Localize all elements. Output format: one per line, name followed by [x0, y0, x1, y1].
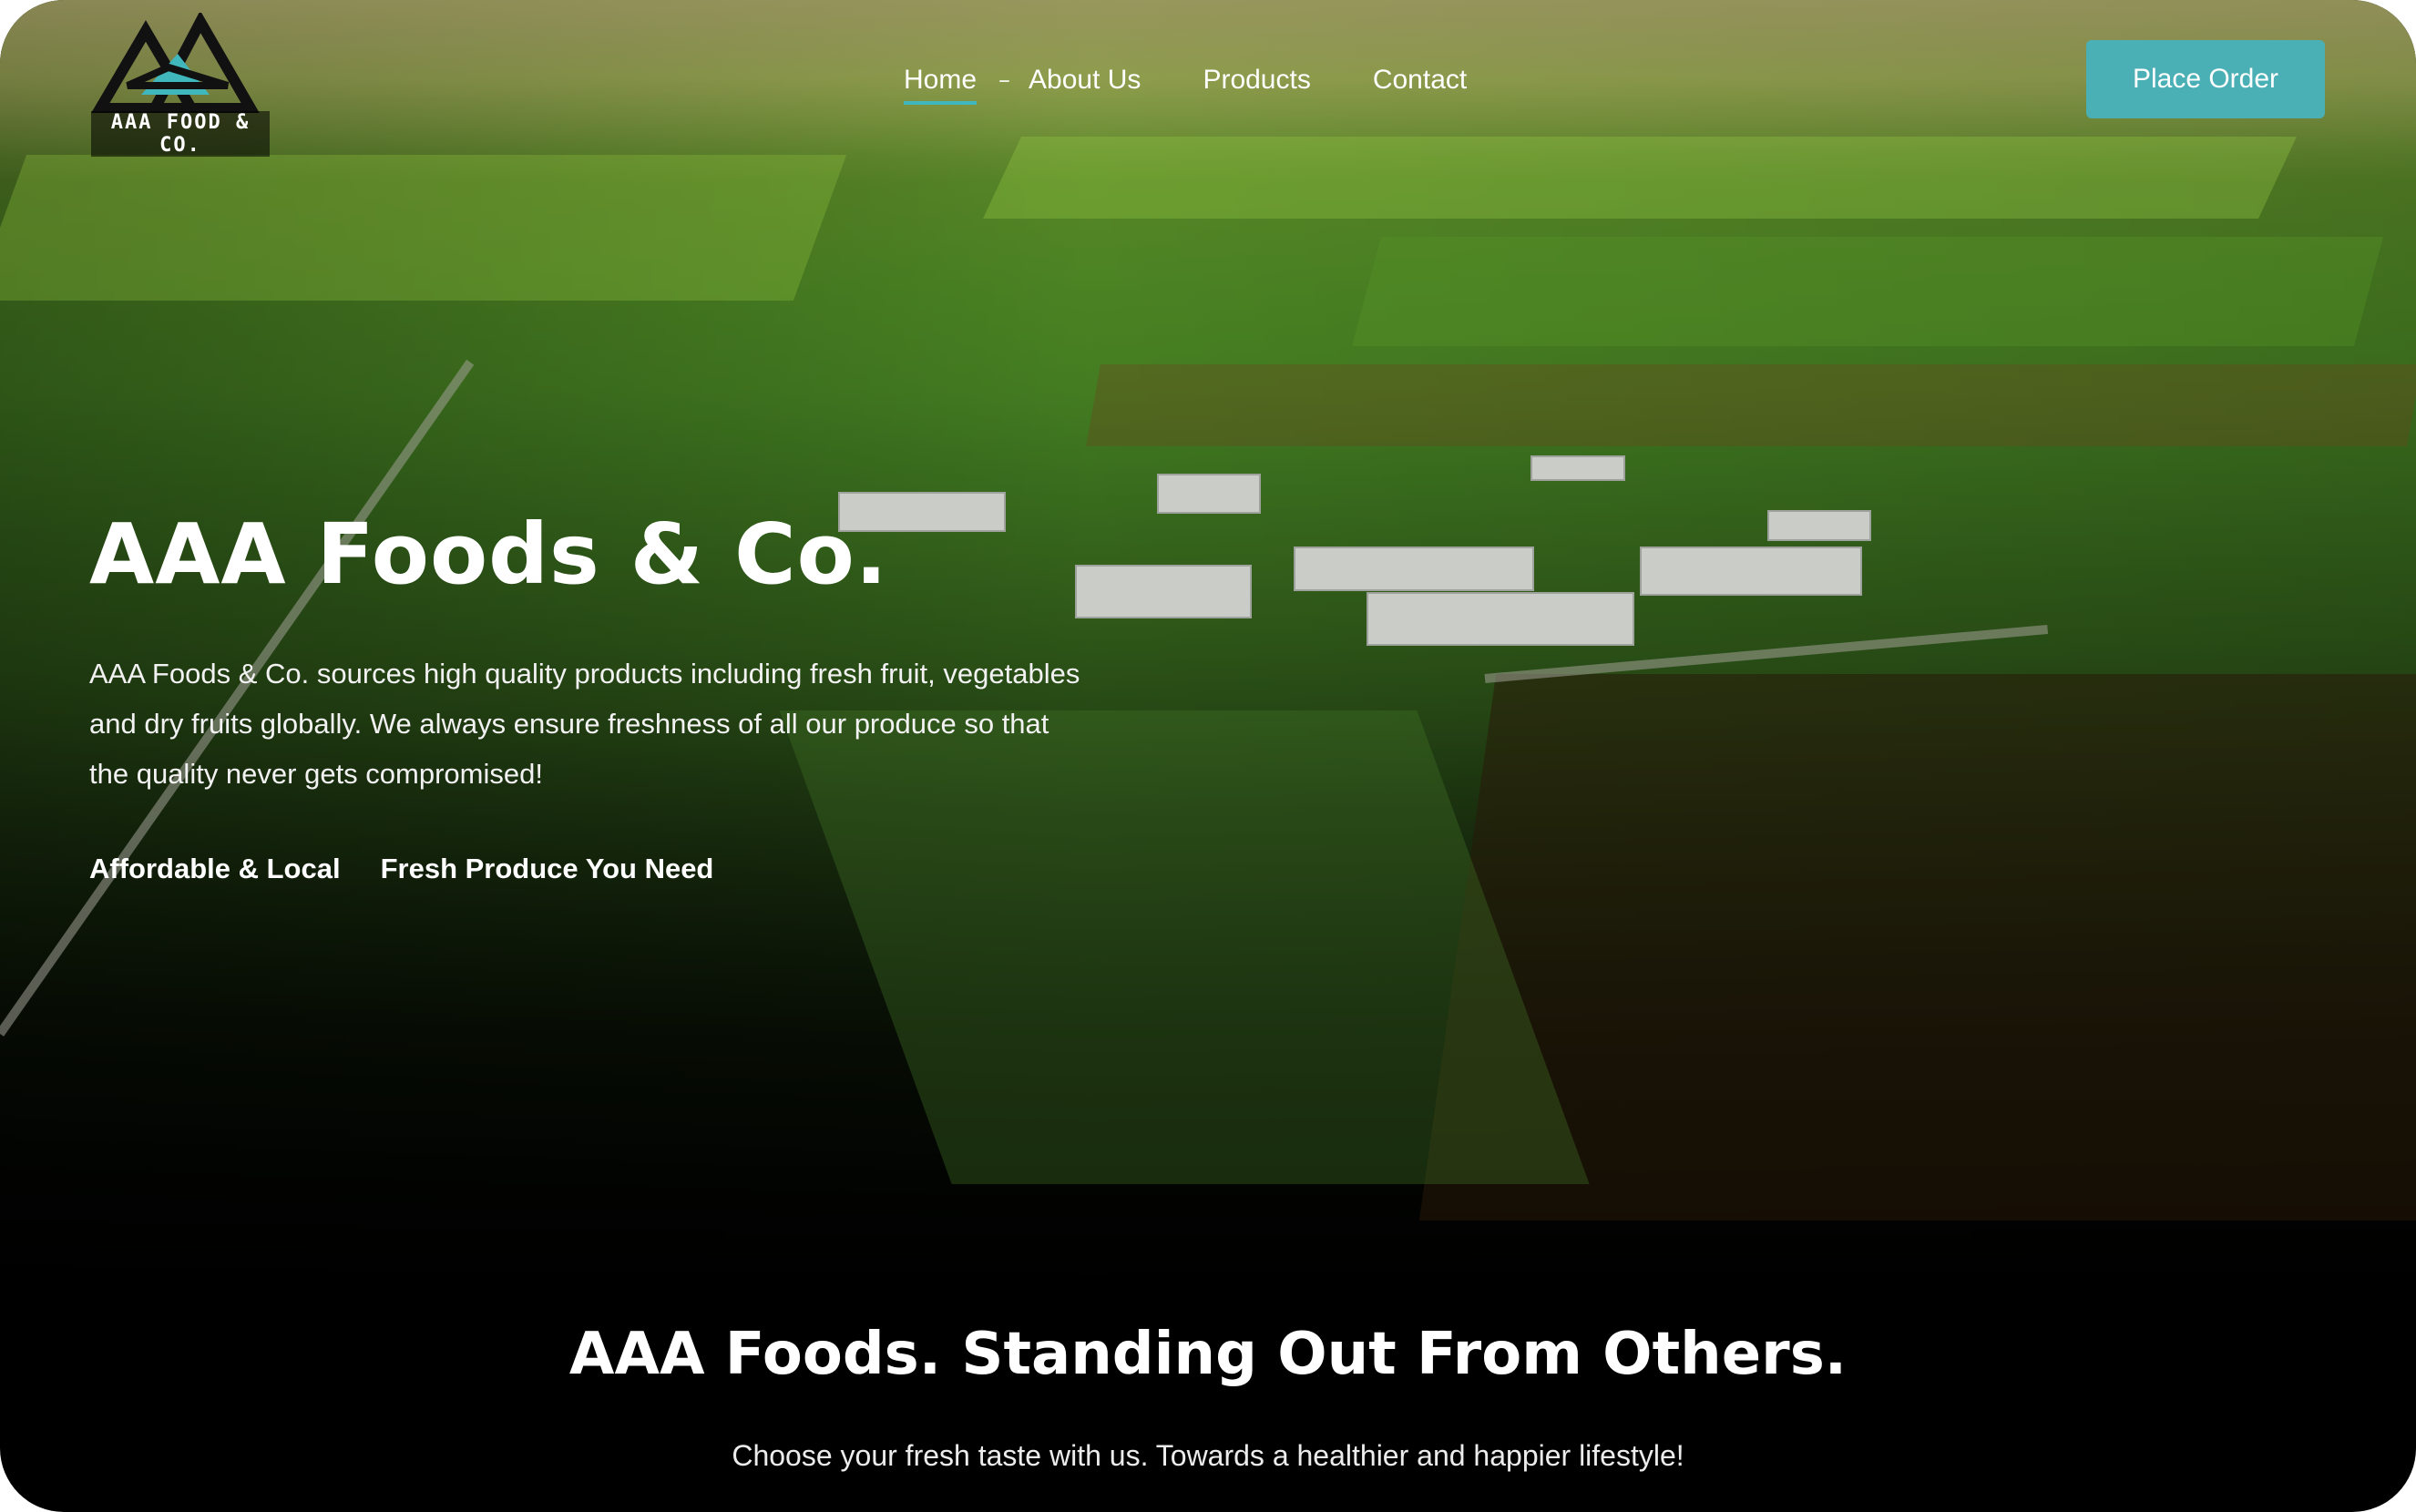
field-patch: [1086, 364, 2416, 446]
hero-title: AAA Foods & Co.: [89, 506, 888, 603]
mountain-logo-icon: [90, 10, 261, 114]
warehouse: [1530, 455, 1625, 481]
nav-about-us[interactable]: About Us: [1029, 65, 1141, 96]
nav-home[interactable]: Home: [904, 65, 978, 105]
logo-text: AAA FOOD & CO.: [91, 111, 270, 157]
place-order-button[interactable]: Place Order: [2086, 40, 2325, 118]
brand-logo[interactable]: AAA FOOD & CO.: [90, 10, 270, 157]
section-subtitle: Choose your fresh taste with us. Towards…: [732, 1439, 1684, 1472]
nav-contact[interactable]: Contact: [1373, 65, 1467, 96]
warehouse: [1367, 592, 1634, 646]
warehouse: [1767, 510, 1871, 541]
warehouse: [1640, 547, 1862, 596]
hero-tag-fresh: Fresh Produce You Need: [380, 853, 714, 884]
hero-tags: Affordable & Local Fresh Produce You Nee…: [89, 853, 753, 885]
main-nav: Home – About Us Products Contact: [904, 60, 1529, 105]
warehouse: [1157, 474, 1261, 514]
field-patch: [0, 155, 847, 301]
hero-description: AAA Foods & Co. sources high quality pro…: [89, 658, 1080, 790]
hero-tag-affordable: Affordable & Local: [89, 853, 341, 884]
warehouse: [1075, 565, 1252, 618]
nav-products[interactable]: Products: [1203, 65, 1310, 96]
nav-separator: –: [998, 66, 1011, 94]
field-patch: [1351, 237, 2384, 346]
field-patch: [983, 137, 2297, 219]
page-frame: AAA FOOD & CO. Home – About Us Products …: [0, 0, 2416, 1512]
hero-background-image: [0, 0, 2416, 1293]
section-title: AAA Foods. Standing Out From Others.: [568, 1321, 1848, 1388]
warehouse: [1294, 547, 1534, 591]
